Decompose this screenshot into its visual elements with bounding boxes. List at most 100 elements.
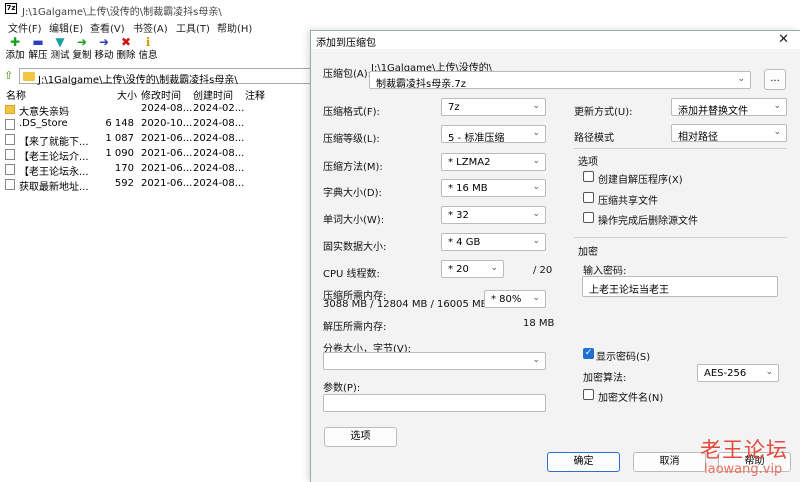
file-row[interactable]: 获取最新地址... 592 2021-06... 2024-08... bbox=[0, 176, 320, 193]
encrypt-group-title: 加密 bbox=[578, 247, 598, 258]
cancel-button[interactable]: 取消 bbox=[633, 452, 706, 472]
extract-label: 解压 bbox=[28, 50, 48, 61]
word-select[interactable]: * 32 ⌄ bbox=[441, 206, 546, 224]
menu-view[interactable]: 查看(V) bbox=[90, 20, 125, 35]
shared-checkbox[interactable] bbox=[583, 192, 594, 203]
options-group-title: 选项 bbox=[578, 157, 598, 168]
enc-method-label: 加密算法: bbox=[583, 373, 627, 384]
threads-select[interactable]: * 20 ⌄ bbox=[441, 260, 504, 278]
menu-tools[interactable]: 工具(T) bbox=[176, 20, 210, 35]
file-icon bbox=[5, 134, 15, 145]
word-value: * 32 bbox=[448, 210, 469, 221]
solid-value: * 4 GB bbox=[448, 237, 481, 248]
info-label: 信息 bbox=[138, 50, 158, 61]
shared-label[interactable]: 压缩共享文件 bbox=[598, 192, 658, 207]
test-button[interactable]: ▼ 测试 bbox=[48, 35, 72, 65]
address-bar: ⇧ J:\1Galgame\上传\没传的\制裁霸凌抖s母亲\ bbox=[4, 68, 316, 86]
menu-bookmarks[interactable]: 书签(A) bbox=[133, 20, 168, 35]
sfx-checkbox[interactable] bbox=[583, 171, 594, 182]
solid-label: 固实数据大小: bbox=[323, 242, 387, 253]
plus-icon: ✚ bbox=[9, 35, 21, 49]
options-group-divider bbox=[574, 148, 787, 149]
column-comment[interactable]: 注释 bbox=[245, 87, 265, 102]
delete-source-label[interactable]: 操作完成后删除源文件 bbox=[598, 212, 698, 227]
method-select[interactable]: * LZMA2 ⌄ bbox=[441, 153, 546, 171]
column-created[interactable]: 创建时间 bbox=[193, 87, 233, 102]
file-icon bbox=[5, 179, 15, 190]
file-row[interactable]: .DS_Store 6 148 2020-10... 2024-08... bbox=[0, 116, 320, 131]
up-folder-icon[interactable]: ⇧ bbox=[4, 69, 16, 82]
params-label: 参数(P): bbox=[323, 383, 361, 394]
window-title: J:\1Galgame\上传\没传的\制裁霸凌抖s母亲\ bbox=[22, 7, 222, 18]
params-input[interactable] bbox=[323, 394, 546, 412]
add-label: 添加 bbox=[5, 50, 25, 61]
encrypt-names-label[interactable]: 加密文件名(N) bbox=[598, 389, 663, 404]
update-select[interactable]: 添加并替换文件 ⌄ bbox=[671, 98, 787, 117]
chevron-down-icon: ⌄ bbox=[773, 101, 781, 111]
chevron-down-icon: ⌄ bbox=[532, 128, 540, 138]
file-modified: 2021-06... bbox=[141, 148, 193, 159]
browse-button[interactable]: ... bbox=[764, 69, 786, 90]
file-modified: 2024-08... bbox=[141, 103, 193, 114]
menu-file[interactable]: 文件(F) bbox=[8, 20, 42, 35]
delete-label: 删除 bbox=[116, 50, 136, 61]
close-icon[interactable]: ✕ bbox=[778, 32, 789, 47]
move-button[interactable]: ➜ 移动 bbox=[92, 35, 116, 65]
encrypt-names-checkbox[interactable] bbox=[583, 389, 594, 400]
pathmode-select[interactable]: 相对路径 ⌄ bbox=[671, 124, 787, 143]
file-row[interactable]: 【来了就能下... 1 087 2021-06... 2024-08... bbox=[0, 131, 320, 148]
folder-icon bbox=[5, 105, 15, 114]
ok-button[interactable]: 确定 bbox=[547, 452, 620, 472]
show-password-checkbox[interactable]: ✓ bbox=[583, 348, 594, 359]
archive-name-combo[interactable]: 制裁霸凌抖s母亲.7z ⌄ bbox=[369, 71, 751, 90]
method-label: 压缩方法(M): bbox=[323, 162, 383, 173]
copy-label: 复制 bbox=[72, 50, 92, 61]
file-row[interactable]: 【老王论坛永... 170 2021-06... 2024-08... bbox=[0, 161, 320, 178]
format-select[interactable]: 7z ⌄ bbox=[441, 98, 546, 116]
file-size: 1 087 bbox=[105, 133, 134, 144]
encrypt-group-divider bbox=[574, 237, 787, 238]
file-row[interactable]: 大意失亲妈 2024-08... 2024-02... bbox=[0, 101, 320, 118]
chevron-down-icon: ⌄ bbox=[532, 209, 540, 219]
dict-select[interactable]: * 16 MB ⌄ bbox=[441, 179, 546, 197]
format-label: 压缩格式(F): bbox=[323, 107, 380, 118]
info-button[interactable]: ℹ 信息 bbox=[136, 35, 160, 65]
column-modified[interactable]: 修改时间 bbox=[141, 87, 181, 102]
chevron-down-icon: ⌄ bbox=[532, 236, 540, 246]
show-password-label[interactable]: 显示密码(S) bbox=[596, 348, 650, 363]
chevron-down-icon: ⌄ bbox=[765, 367, 773, 377]
delete-button[interactable]: ✖ 删除 bbox=[114, 35, 138, 65]
options-button[interactable]: 选项 bbox=[324, 427, 397, 447]
column-name[interactable]: 名称 bbox=[6, 87, 26, 102]
password-input[interactable]: 上老王论坛当老王 bbox=[582, 276, 778, 297]
method-value: * LZMA2 bbox=[448, 157, 491, 168]
mem-select[interactable]: * 80% ⌄ bbox=[484, 290, 546, 308]
file-name: 获取最新地址... bbox=[19, 182, 89, 193]
address-input[interactable]: J:\1Galgame\上传\没传的\制裁霸凌抖s母亲\ bbox=[19, 68, 316, 86]
decomp-label: 解压所需内存: bbox=[323, 322, 387, 333]
file-icon bbox=[5, 149, 15, 160]
solid-select[interactable]: * 4 GB ⌄ bbox=[441, 233, 546, 251]
watermark-title: 老王论坛 bbox=[700, 438, 788, 462]
extract-button[interactable]: ▬ 解压 bbox=[26, 35, 50, 65]
file-row[interactable]: 【老王论坛介... 1 090 2021-06... 2024-08... bbox=[0, 146, 320, 163]
delete-source-checkbox[interactable] bbox=[583, 212, 594, 223]
menu-edit[interactable]: 编辑(E) bbox=[49, 20, 83, 35]
mem-value: * 80% bbox=[491, 294, 522, 305]
file-modified: 2020-10... bbox=[141, 118, 193, 129]
sfx-label[interactable]: 创建自解压程序(X) bbox=[598, 171, 683, 186]
split-combo[interactable]: ⌄ bbox=[323, 352, 546, 370]
column-size[interactable]: 大小 bbox=[117, 87, 137, 102]
password-label: 输入密码: bbox=[583, 266, 627, 277]
add-to-archive-dialog: 添加到压缩包 ✕ 压缩包(A): J:\1Galgame\上传\没传的\ 制裁霸… bbox=[310, 30, 800, 482]
level-select[interactable]: 5 - 标准压缩 ⌄ bbox=[441, 125, 546, 144]
pathmode-value: 相对路径 bbox=[678, 132, 718, 143]
menu-help[interactable]: 帮助(H) bbox=[217, 20, 252, 35]
enc-method-select[interactable]: AES-256 ⌄ bbox=[697, 364, 779, 382]
file-size: 6 148 bbox=[105, 118, 134, 129]
copy-button[interactable]: ➜ 复制 bbox=[70, 35, 94, 65]
add-button[interactable]: ✚ 添加 bbox=[3, 35, 27, 65]
threads-total: / 20 bbox=[533, 265, 553, 276]
update-value: 添加并替换文件 bbox=[678, 106, 748, 117]
file-size: 1 090 bbox=[105, 148, 134, 159]
